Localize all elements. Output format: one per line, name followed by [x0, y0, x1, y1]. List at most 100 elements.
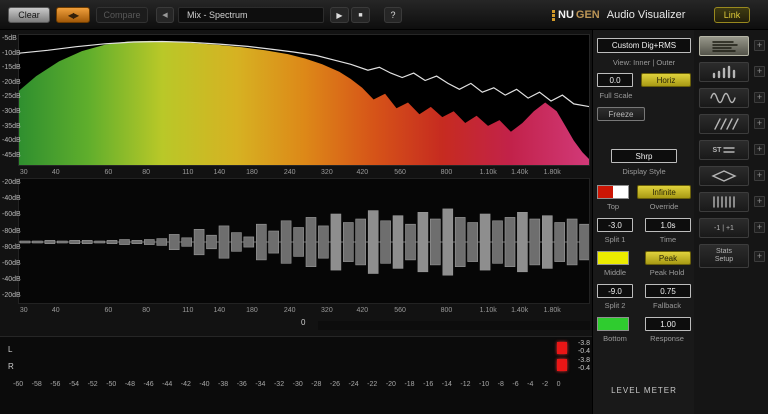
difference-bar [541, 215, 553, 269]
x-tick-label: 1.40k [511, 169, 529, 176]
difference-bar [131, 239, 143, 244]
add-view-4-button[interactable]: + [754, 118, 765, 129]
y-tick-label: -25dB [2, 93, 21, 101]
full-scale-label: Full Scale [599, 91, 633, 100]
scale-tick-label: -50 [106, 381, 117, 388]
x-tick-label: 1.40k [511, 307, 529, 314]
difference-bar [492, 220, 503, 264]
difference-bar [355, 218, 367, 266]
view-vectorscope-button[interactable] [699, 166, 749, 186]
split-x-axis: 30 40 60 80 110 140 180 240 320 420 560 800 1.10k 1.4… [0, 307, 592, 317]
help-button[interactable]: ? [384, 7, 402, 23]
y-tick-label: -30dB [2, 108, 21, 115]
y-tick-label: -20dB [2, 179, 21, 186]
view-spectrum-lines-button[interactable] [699, 36, 749, 56]
x-tick-label: 420 [356, 307, 369, 314]
display-style-label: Display Style [622, 167, 666, 176]
add-view-9-button[interactable]: + [754, 251, 765, 262]
vectorscope-diamond-icon [711, 170, 737, 182]
toolbar: Clear ◀▶ Compare ◀ Mix - Spectrum ▶ ■ ? … [0, 0, 768, 30]
compare-button[interactable]: Compare [96, 7, 148, 23]
override-button[interactable]: Infinite [637, 185, 691, 199]
level-readout: -3.8 [577, 340, 590, 347]
split2-value[interactable]: -9.0 [597, 284, 633, 298]
spectrum-display [18, 34, 590, 166]
x-tick-label: 30 [19, 169, 28, 176]
horiz-button[interactable]: Horiz [641, 73, 691, 87]
channel-select-label: -1 | +1 [714, 224, 734, 232]
add-view-8-button[interactable]: + [754, 222, 765, 233]
fallback-value[interactable]: 0.75 [645, 284, 691, 298]
brand-nu: NU [558, 9, 574, 21]
x-tick-label: 60 [104, 307, 113, 314]
x-tick-label: 1.80k [543, 169, 561, 176]
display-area: -5dB -10dB -15dB -20dB -25dB -30dB -35dB -40dB -… [0, 30, 592, 414]
split1-value[interactable]: -3.0 [597, 218, 633, 232]
bottom-color-swatch[interactable] [597, 317, 629, 331]
add-view-5-button[interactable]: + [754, 144, 765, 155]
view-stereo-button[interactable]: ST [699, 140, 749, 160]
view-waveform-button[interactable] [699, 88, 749, 108]
link-button[interactable]: Link [714, 7, 750, 23]
preset-prev-button[interactable]: ◀ [156, 7, 174, 23]
x-tick-label: 80 [142, 169, 151, 176]
channel-select-button[interactable]: -1 | +1 [699, 218, 749, 238]
difference-bar [231, 232, 242, 252]
display-style-select[interactable]: Shrp [611, 149, 677, 163]
add-view-2-button[interactable]: + [754, 66, 765, 77]
x-tick-label: 40 [51, 169, 60, 176]
difference-bar [504, 217, 516, 268]
peak-hold-button[interactable]: Peak [645, 251, 691, 265]
scale-tick-label: -4 [527, 381, 534, 388]
width-meter-ruler [318, 317, 588, 320]
level-meter-label: LEVEL METER [611, 386, 677, 395]
play-button[interactable]: ▶ [330, 7, 349, 23]
difference-bar [305, 217, 317, 268]
visualizer-window: Clear ◀▶ Compare ◀ Mix - Spectrum ▶ ■ ? … [0, 0, 768, 414]
scale-tick-label: -38 [218, 381, 229, 388]
difference-bar [19, 240, 31, 244]
view-vertical-bars-button[interactable] [699, 192, 749, 212]
x-tick-label: 240 [283, 169, 296, 176]
scale-tick-label: -10 [479, 381, 490, 388]
view-spectrogram-button[interactable] [699, 114, 749, 134]
x-tick-label: 320 [321, 169, 333, 176]
y-tick-label: -40dB [2, 276, 21, 284]
difference-bar [367, 210, 379, 274]
add-view-3-button[interactable]: + [754, 92, 765, 103]
add-view-1-button[interactable]: + [754, 40, 765, 51]
scale-tick-label: -24 [348, 381, 359, 388]
stats-setup-button[interactable]: Stats Setup [699, 244, 749, 268]
top-color-right [613, 186, 628, 198]
difference-bar [168, 234, 180, 251]
response-value[interactable]: 1.00 [645, 317, 691, 331]
middle-color-swatch[interactable] [597, 251, 629, 265]
preset-display[interactable]: Mix - Spectrum [178, 7, 324, 23]
meter-mode-select[interactable]: Custom Dig+RMS [597, 38, 691, 53]
split-y-axis: -20dB -40dB -60dB -80dB -80dB -60dB -40dB -20dB [2, 178, 21, 304]
time-value[interactable]: 1.0s [645, 218, 691, 232]
difference-bar [256, 223, 267, 261]
add-view-6-button[interactable]: + [754, 170, 765, 181]
scale-tick-label: -30 [292, 381, 303, 388]
time-label: Time [659, 235, 677, 244]
view-bar-graph-button[interactable] [699, 62, 749, 82]
clear-button[interactable]: Clear [8, 7, 50, 23]
scale-tick-label: -54 [68, 381, 80, 388]
add-view-7-button[interactable]: + [754, 196, 765, 207]
scale-tick-label: -6 [512, 381, 519, 388]
difference-bar [392, 215, 404, 269]
difference-bar [268, 230, 279, 254]
stop-button[interactable]: ■ [351, 7, 370, 23]
freeze-button[interactable]: Freeze [597, 107, 645, 121]
brand-product: Audio Visualizer [606, 9, 686, 21]
level-meter-strip [22, 366, 553, 371]
ab-swap-button[interactable]: ◀▶ [56, 7, 90, 23]
y-tick-label: -20dB [2, 292, 21, 300]
level-meter-strip [22, 349, 553, 354]
top-color-swatch[interactable] [597, 185, 629, 199]
difference-bar [156, 238, 168, 246]
full-scale-value[interactable]: 0.0 [597, 73, 633, 87]
difference-bar [554, 222, 566, 262]
view-mode-toggle[interactable]: View: Inner | Outer [593, 58, 695, 67]
